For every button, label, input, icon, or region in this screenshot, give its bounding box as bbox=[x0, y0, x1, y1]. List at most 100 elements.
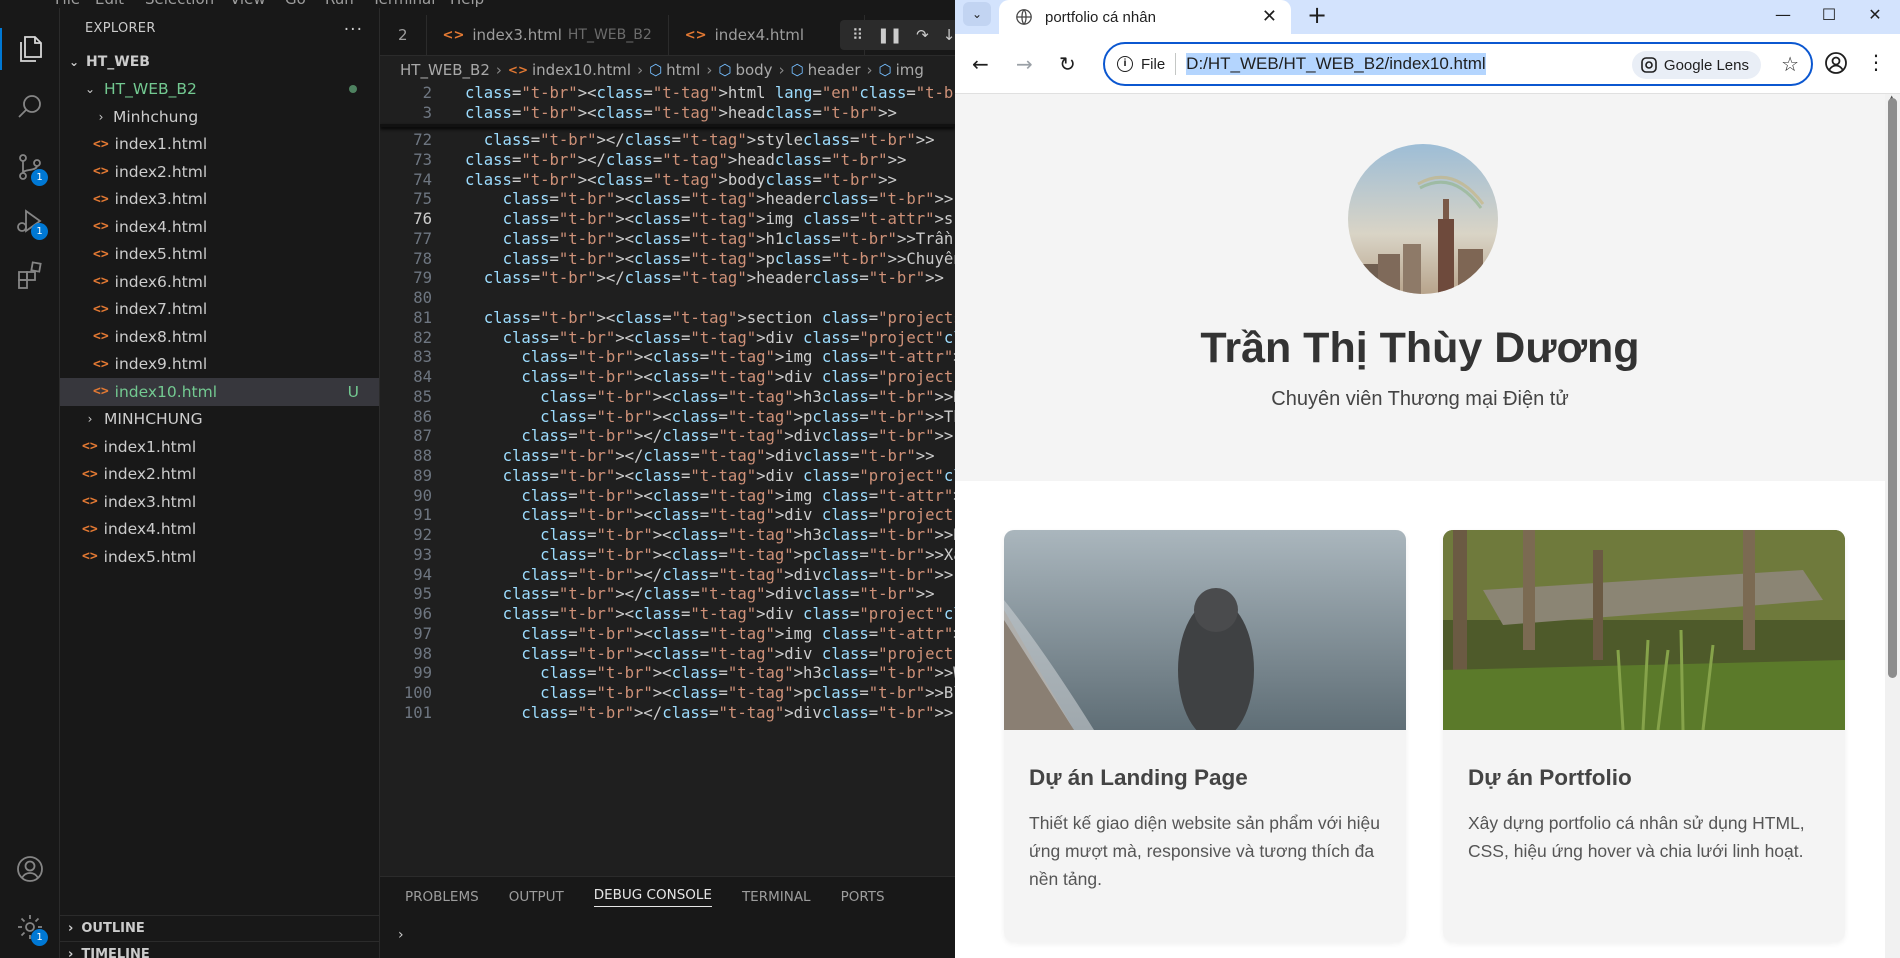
timeline-section[interactable]: › TIMELINE bbox=[60, 941, 380, 958]
file-item[interactable]: <> index6.html bbox=[60, 268, 379, 296]
code-line[interactable]: class="t-br"><class="t-tag">pclass="t-br… bbox=[465, 546, 955, 564]
browser-tab[interactable]: portfolio cá nhân ✕ bbox=[999, 0, 1291, 34]
menu-run[interactable]: Run bbox=[325, 0, 354, 8]
project-card[interactable]: Dự án Landing Page Thiết kế giao diện we… bbox=[1004, 530, 1406, 942]
menu-terminal[interactable]: Terminal bbox=[372, 0, 435, 8]
outline-section[interactable]: › OUTLINE bbox=[60, 915, 380, 941]
page-scrollbar[interactable]: ▲ bbox=[1885, 94, 1900, 958]
code-line[interactable]: class="t-br"><class="t-tag">div class="p… bbox=[465, 605, 955, 623]
tab-problems[interactable]: PROBLEMS bbox=[405, 889, 479, 905]
file-item[interactable]: <> index5.html bbox=[60, 241, 379, 269]
pause-icon[interactable]: ❚❚ bbox=[877, 26, 902, 44]
code-line[interactable]: class="t-br"><class="t-tag">pclass="t-br… bbox=[465, 408, 955, 426]
step-over-icon[interactable]: ↷ bbox=[916, 26, 929, 44]
breadcrumb-item[interactable]: header bbox=[808, 61, 861, 79]
reload-icon[interactable]: ↻ bbox=[1059, 52, 1076, 76]
menu-kebab-icon[interactable]: ⋮ bbox=[1866, 52, 1886, 72]
code-line[interactable]: class="t-br"></class="t-tag">divclass="t… bbox=[465, 427, 953, 445]
file-item[interactable]: <> index2.html bbox=[60, 461, 379, 489]
tab-debug-console[interactable]: DEBUG CONSOLE bbox=[593, 887, 712, 907]
code-line[interactable]: class="t-br"><class="t-tag">pclass="t-br… bbox=[465, 684, 955, 702]
breadcrumb-item[interactable]: HT_WEB_B2 bbox=[400, 61, 490, 79]
menu-help[interactable]: Help bbox=[450, 0, 484, 8]
menu-edit[interactable]: Edit bbox=[95, 0, 124, 8]
file-item[interactable]: <> index7.html bbox=[60, 296, 379, 324]
run-debug-icon[interactable]: 1 bbox=[0, 194, 60, 248]
code-line[interactable]: class="t-br"><class="t-tag">img class="t… bbox=[465, 487, 955, 505]
code-line[interactable]: class="t-br"><class="t-tag">section clas… bbox=[465, 309, 955, 327]
tab-search-icon[interactable]: ⌄ bbox=[963, 2, 991, 26]
code-line[interactable]: class="t-br"></class="t-tag">divclass="t… bbox=[465, 447, 935, 465]
source-control-icon[interactable]: 1 bbox=[0, 140, 60, 194]
breadcrumb-item[interactable]: body bbox=[735, 61, 772, 79]
file-item[interactable]: <> index4.html bbox=[60, 213, 379, 241]
folder-minhchung-root[interactable]: › MINHCHUNG bbox=[60, 406, 379, 434]
maximize-icon[interactable]: ☐ bbox=[1806, 2, 1852, 26]
menu-selection[interactable]: Selection bbox=[145, 0, 214, 8]
breadcrumb-item[interactable]: html bbox=[666, 61, 700, 79]
code-line[interactable]: class="t-br"><class="t-tag">bodyclass="t… bbox=[465, 171, 897, 189]
file-item[interactable]: <> index9.html bbox=[60, 351, 379, 379]
code-line[interactable]: class="t-br"></class="t-tag">headclass="… bbox=[465, 151, 906, 169]
code-line[interactable]: class="t-br"><class="t-tag">h3class="t-b… bbox=[465, 388, 955, 406]
code-line[interactable]: class="t-br"><class="t-tag">headclass="t… bbox=[465, 104, 897, 122]
editor-tab-index3[interactable]: <> index3.html HT_WEB_B2 bbox=[427, 15, 669, 55]
url-text[interactable]: D:/HT_WEB/HT_WEB_B2/index10.html bbox=[1186, 53, 1486, 75]
forward-icon[interactable]: → bbox=[1016, 52, 1033, 76]
code-line[interactable]: class="t-br"><class="t-tag">h3class="t-b… bbox=[465, 526, 955, 544]
file-item[interactable]: <> index3.html bbox=[60, 186, 379, 214]
code-line[interactable]: class="t-br"><class="t-tag">img class="t… bbox=[465, 210, 955, 228]
close-window-icon[interactable]: ✕ bbox=[1852, 2, 1898, 26]
breadcrumb-item[interactable]: img bbox=[896, 61, 924, 79]
folder-ht-web[interactable]: ⌄ HT_WEB bbox=[60, 48, 379, 76]
back-icon[interactable]: ← bbox=[972, 52, 989, 76]
code-line[interactable]: class="t-br"><class="t-tag">html lang="e… bbox=[465, 84, 955, 102]
breadcrumb-item[interactable]: index10.html bbox=[532, 61, 631, 79]
search-icon[interactable] bbox=[0, 80, 60, 134]
extensions-icon[interactable] bbox=[0, 248, 60, 302]
file-item[interactable]: <> index8.html bbox=[60, 323, 379, 351]
code-line[interactable]: class="t-br"><class="t-tag">div class="p… bbox=[465, 368, 955, 386]
code-line[interactable]: class="t-br"></class="t-tag">divclass="t… bbox=[465, 566, 953, 584]
project-card[interactable]: Dự án Portfolio Xây dựng portfolio cá nh… bbox=[1443, 530, 1845, 942]
file-item[interactable]: <> index2.html bbox=[60, 158, 379, 186]
file-item[interactable]: <> index4.html bbox=[60, 516, 379, 544]
code-line[interactable]: class="t-br"><class="t-tag">pclass="t-br… bbox=[465, 250, 955, 268]
menu-go[interactable]: Go bbox=[285, 0, 306, 8]
address-bar[interactable]: i File D:/HT_WEB/HT_WEB_B2/index10.html … bbox=[1103, 42, 1813, 86]
folder-ht-web-b2[interactable]: ⌄ HT_WEB_B2 bbox=[60, 76, 379, 104]
drag-handle-icon[interactable]: ⠿ bbox=[852, 26, 863, 44]
folder-minhchung[interactable]: › Minhchung bbox=[60, 103, 379, 131]
code-line[interactable]: class="t-br"></class="t-tag">divclass="t… bbox=[465, 585, 935, 603]
code-line[interactable]: class="t-br"><class="t-tag">div class="p… bbox=[465, 645, 955, 663]
file-item-selected[interactable]: <> index10.html U bbox=[60, 378, 379, 406]
editor-tab-index4[interactable]: <> index4.html bbox=[669, 15, 866, 55]
menu-view[interactable]: View bbox=[230, 0, 266, 8]
file-item[interactable]: <> index1.html bbox=[60, 433, 379, 461]
scrollbar-thumb[interactable] bbox=[1888, 98, 1897, 678]
console-prompt[interactable]: › bbox=[398, 927, 404, 943]
code-line[interactable]: class="t-br"><class="t-tag">img class="t… bbox=[465, 348, 955, 366]
code-line[interactable]: class="t-br"></class="t-tag">styleclass=… bbox=[465, 131, 935, 149]
file-item[interactable]: <> index1.html bbox=[60, 131, 379, 159]
menu-file[interactable]: File bbox=[55, 0, 80, 8]
code-line[interactable]: class="t-br"><class="t-tag">div class="p… bbox=[465, 467, 955, 485]
new-tab-icon[interactable]: + bbox=[1307, 1, 1327, 29]
code-line[interactable]: class="t-br"><class="t-tag">h3class="t-b… bbox=[465, 664, 955, 682]
close-tab-icon[interactable]: ✕ bbox=[1262, 6, 1277, 27]
code-line[interactable]: class="t-br"><class="t-tag">div class="p… bbox=[465, 506, 955, 524]
code-line[interactable]: class="t-br"><class="t-tag">h1class="t-b… bbox=[465, 230, 955, 248]
account-icon[interactable] bbox=[0, 842, 60, 896]
tab-output[interactable]: OUTPUT bbox=[509, 889, 564, 905]
info-icon[interactable]: i bbox=[1117, 56, 1133, 72]
step-into-icon[interactable]: ↓ bbox=[943, 26, 955, 44]
file-item[interactable]: <> index5.html bbox=[60, 543, 379, 571]
tab-ports[interactable]: PORTS bbox=[841, 889, 885, 905]
code-line[interactable]: class="t-br"><class="t-tag">headerclass=… bbox=[465, 190, 954, 208]
settings-gear-icon[interactable]: 1 bbox=[0, 900, 60, 954]
code-line[interactable]: class="t-br"></class="t-tag">divclass="t… bbox=[465, 704, 953, 722]
code-line[interactable]: class="t-br"></class="t-tag">headerclass… bbox=[465, 269, 944, 287]
code-editor[interactable]: 2 class="t-br"><class="t-tag">html lang="… bbox=[380, 84, 955, 876]
code-line[interactable]: class="t-br"><class="t-tag">img class="t… bbox=[465, 625, 955, 643]
code-line[interactable]: class="t-br"><class="t-tag">div class="p… bbox=[465, 329, 955, 347]
